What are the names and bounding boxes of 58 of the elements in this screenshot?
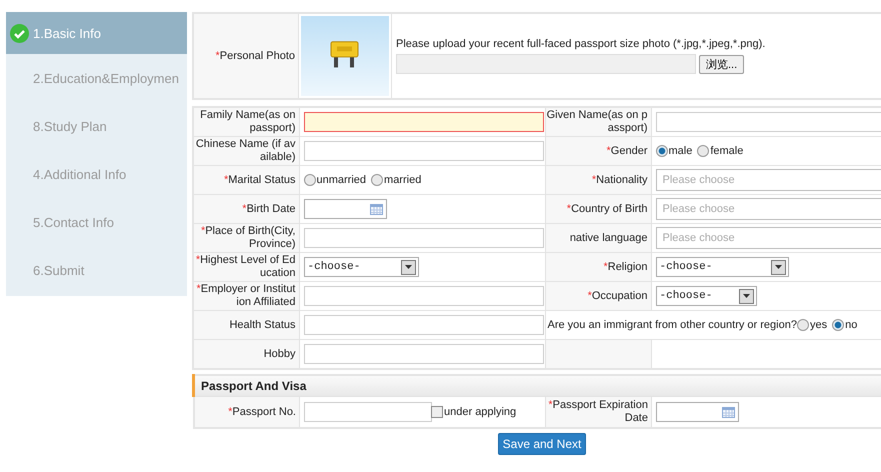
text-field[interactable] xyxy=(304,344,544,364)
field-label: *Passport No. xyxy=(194,396,300,428)
calendar-icon[interactable] xyxy=(722,406,735,418)
select-field[interactable]: -choose- xyxy=(656,257,788,277)
caret-icon xyxy=(742,294,750,298)
radio-button[interactable] xyxy=(796,319,809,331)
upload-hint: Please upload your recent full-faced passport size photo (*.jpg,*.jpeg,*.png). xyxy=(396,38,766,50)
text-field[interactable] xyxy=(304,141,544,161)
radio-option[interactable]: married xyxy=(371,174,422,186)
caret-icon xyxy=(404,265,412,269)
text-field[interactable] xyxy=(304,228,544,248)
checkbox[interactable] xyxy=(431,406,443,418)
field-label: Chinese Name (if available) xyxy=(193,136,299,166)
checkbox-option[interactable]: under applying xyxy=(431,406,516,418)
field-label: *Birth Date xyxy=(193,194,299,224)
text-field[interactable] xyxy=(656,112,881,132)
field-label: *Gender xyxy=(545,136,651,166)
field-label: *Occupation xyxy=(545,282,651,310)
text-field[interactable] xyxy=(304,286,544,306)
browse-button[interactable]: 浏览... xyxy=(699,54,744,74)
calendar-icon[interactable] xyxy=(370,204,382,214)
field-label: *Highest Level of Education xyxy=(193,252,299,282)
field-label: *Religion xyxy=(545,252,651,282)
text-field[interactable] xyxy=(304,112,544,132)
text-field[interactable] xyxy=(304,315,544,335)
immigrant-question: Are you an immigrant from other country or region? xyxy=(548,319,797,331)
radio-option[interactable]: unmarried xyxy=(304,174,366,186)
field-label: *Marital Status xyxy=(193,166,299,194)
field-label: Health Status xyxy=(193,310,299,340)
field-label: Family Name(as on passport) xyxy=(193,107,299,136)
field-label: *Country of Birth xyxy=(545,194,651,224)
field-label: *Place of Birth(City, Province) xyxy=(193,224,299,252)
radio-option[interactable]: yes xyxy=(796,319,828,331)
field-label: *Employer or Institution Affiliated xyxy=(193,282,299,310)
text-field[interactable] xyxy=(304,402,432,422)
select-field[interactable]: -choose- xyxy=(304,257,418,277)
field-label: *Passport Expiration Date xyxy=(546,396,652,428)
radio-button[interactable] xyxy=(371,174,384,186)
radio-button[interactable] xyxy=(656,145,668,157)
radio-option[interactable]: no xyxy=(832,319,858,331)
field-label: *Personal Photo xyxy=(193,13,298,99)
caret-icon xyxy=(774,265,782,269)
radio-option[interactable]: male xyxy=(656,145,692,157)
date-field[interactable] xyxy=(304,199,386,219)
radio-button[interactable] xyxy=(304,174,316,186)
field-label: *Nationality xyxy=(545,166,651,194)
radio-button[interactable] xyxy=(697,145,710,157)
radio-option[interactable]: female xyxy=(697,145,744,157)
radio-button[interactable] xyxy=(832,319,844,331)
section-header: Passport And Visa xyxy=(194,375,881,396)
field-label: Given Name(as on passport) xyxy=(545,107,651,136)
date-field[interactable] xyxy=(656,402,739,422)
save-and-next-button[interactable]: Save and Next xyxy=(498,433,586,455)
field-label: native language xyxy=(545,224,651,252)
field-label: Hobby xyxy=(193,340,299,369)
select-field[interactable]: -choose- xyxy=(656,286,756,306)
file-path-field[interactable] xyxy=(396,54,696,74)
check-icon xyxy=(10,24,29,42)
